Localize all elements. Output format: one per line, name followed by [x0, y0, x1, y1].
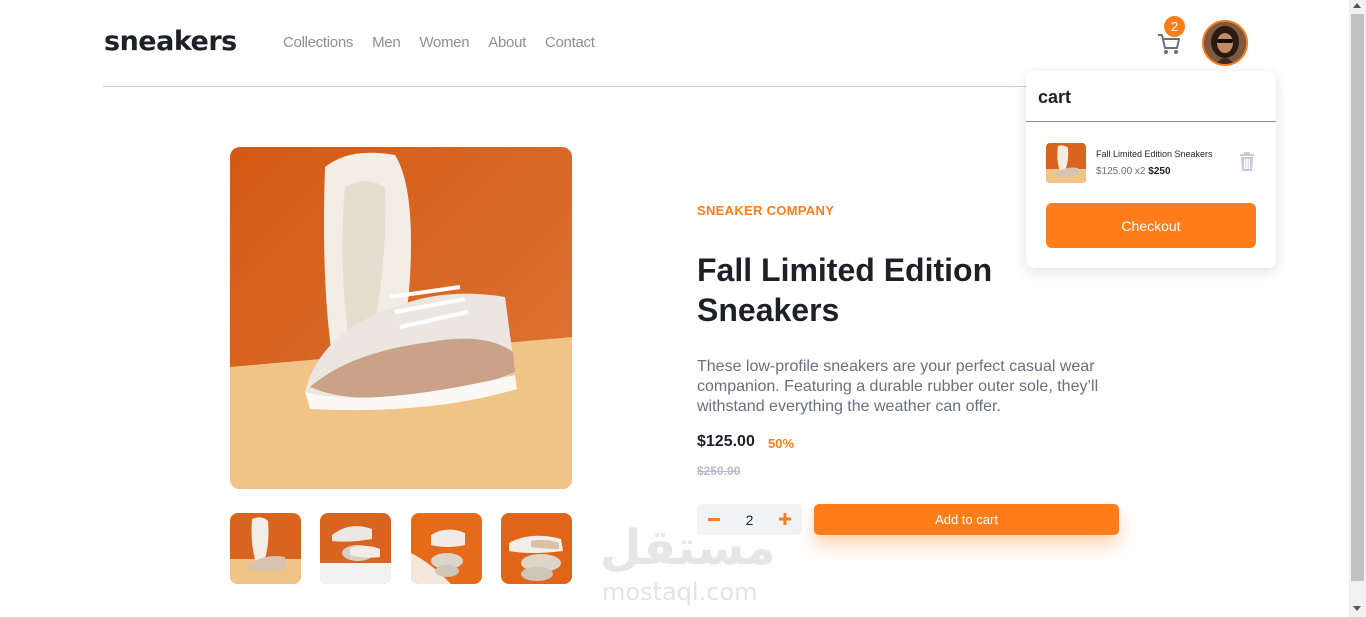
- checkout-button[interactable]: Checkout: [1046, 203, 1256, 248]
- trash-icon: [1240, 152, 1254, 171]
- cart-item-total: $250: [1148, 166, 1171, 177]
- quantity-increase-button[interactable]: [778, 512, 792, 526]
- nav-women[interactable]: Women: [419, 34, 469, 51]
- cart-title: cart: [1038, 87, 1072, 107]
- scroll-down-arrow-icon[interactable]: [1353, 606, 1361, 611]
- original-price: $250.00: [697, 464, 741, 478]
- product-title: Fall Limited Edition Sneakers: [697, 252, 993, 328]
- nav-contact[interactable]: Contact: [545, 34, 595, 51]
- scrollbar-thumb[interactable]: [1351, 14, 1364, 581]
- plus-icon: [779, 513, 791, 525]
- scroll-up-arrow-icon[interactable]: [1353, 3, 1361, 8]
- thumbnail-1[interactable]: [230, 513, 301, 584]
- cart-divider: [1026, 121, 1276, 122]
- add-to-cart-button[interactable]: Add to cart: [814, 504, 1119, 535]
- cart-count-badge: 2: [1164, 16, 1185, 37]
- current-price: $125.00: [697, 433, 755, 450]
- vertical-scrollbar[interactable]: [1349, 0, 1366, 617]
- delete-item-button[interactable]: [1238, 152, 1256, 172]
- watermark-latin: mostaql.com: [602, 578, 758, 606]
- discount-badge: 50%: [768, 436, 795, 451]
- watermark-arabic: مستقل: [600, 520, 776, 576]
- cart-item-price: $125.00 x2 $250: [1096, 166, 1171, 177]
- cart-item-unit: $125.00 x2: [1096, 166, 1146, 177]
- thumbnail-3[interactable]: [411, 513, 482, 584]
- company-name: SNEAKER COMPANY: [697, 203, 835, 218]
- product-main-image[interactable]: [230, 147, 572, 489]
- nav-collections[interactable]: Collections: [283, 34, 353, 51]
- product-page: sneakers Collections Men Women About Con…: [0, 0, 1366, 617]
- logo[interactable]: sneakers: [104, 26, 237, 57]
- avatar[interactable]: [1202, 20, 1248, 66]
- main-nav: Collections Men Women About Contact: [283, 34, 614, 51]
- cart-item-thumbnail: [1046, 143, 1086, 183]
- product-description: These low-profile sneakers are your perf…: [697, 358, 1099, 415]
- nav-about[interactable]: About: [488, 34, 526, 51]
- thumbnail-2[interactable]: [320, 513, 391, 584]
- thumbnail-4[interactable]: [501, 513, 572, 584]
- nav-men[interactable]: Men: [372, 34, 401, 51]
- cart-item-name: Fall Limited Edition Sneakers: [1096, 149, 1213, 159]
